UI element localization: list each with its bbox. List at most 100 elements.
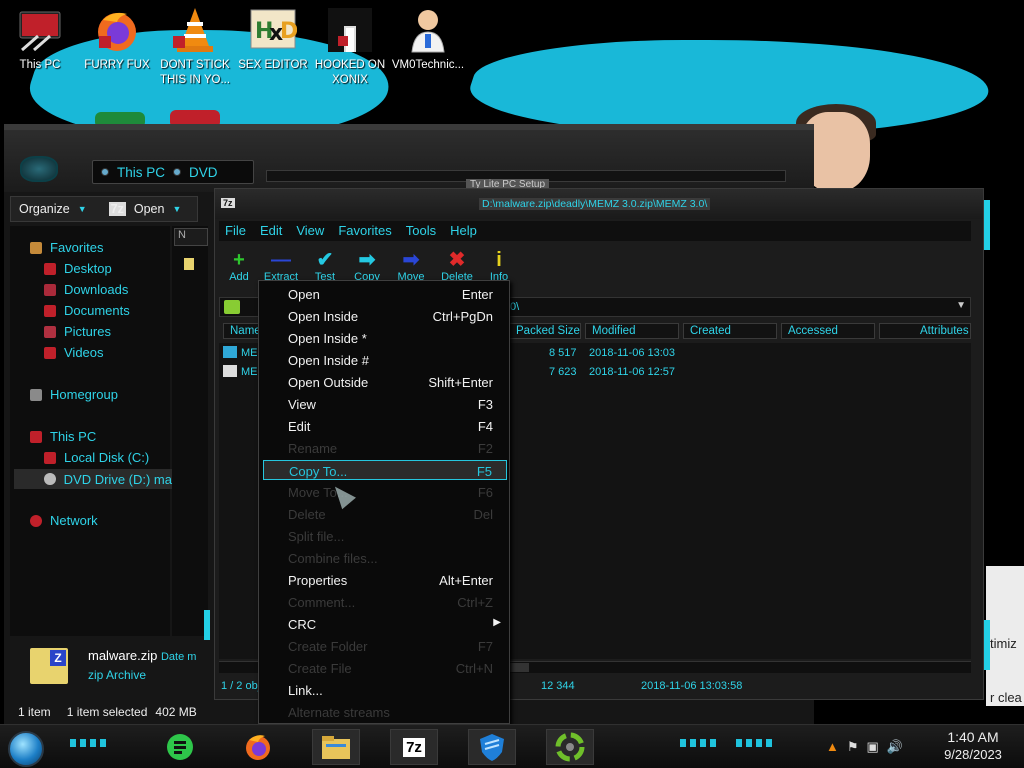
nav-label: Desktop bbox=[64, 261, 112, 276]
flag-icon[interactable]: ⚑ bbox=[847, 739, 859, 755]
taskbar-app-7zip[interactable]: 7z bbox=[390, 729, 438, 765]
menu-item-open-inside[interactable]: Open Inside Ctrl+PgDn bbox=[263, 306, 507, 326]
taskbar-app-firefox[interactable] bbox=[234, 729, 282, 765]
menu-file[interactable]: File bbox=[219, 221, 254, 241]
menu-item-label: Link... bbox=[288, 683, 323, 698]
menu-item-edit[interactable]: Edit F4 bbox=[263, 416, 507, 436]
column-header-accessed[interactable]: Accessed bbox=[781, 323, 875, 339]
desktop-icon-this-pc[interactable]: This PC bbox=[2, 6, 78, 73]
menu-favorites[interactable]: Favorites bbox=[332, 221, 399, 241]
desktop-icon-dont-stick[interactable]: DONT STICK THIS IN YO... bbox=[157, 6, 233, 88]
desktop-icon-sex-editor[interactable]: HxD SEX EDITOR bbox=[235, 6, 311, 73]
menu-item-shortcut: Ctrl+PgDn bbox=[432, 309, 493, 324]
nav-this-pc[interactable]: This PC bbox=[30, 429, 96, 444]
taskbar: 7z ▲ ⚑ ▣ 🔊 1:40 AM 9/28/2023 bbox=[0, 724, 1024, 768]
desktop-icon bbox=[44, 262, 56, 275]
menu-item-label: Split file... bbox=[288, 529, 345, 544]
menu-item-label: Open Inside * bbox=[288, 331, 367, 346]
desktop-icon-furry-fux[interactable]: FURRY FUX bbox=[79, 6, 155, 73]
desktop-icon-vm0technic[interactable]: VM0Technic... bbox=[390, 6, 466, 73]
menu-item-shortcut: F2 bbox=[477, 441, 493, 456]
copy-button[interactable]: ➡ Copy bbox=[347, 249, 387, 283]
nav-documents[interactable]: Documents bbox=[44, 303, 130, 318]
column-header-name[interactable]: N bbox=[174, 228, 208, 246]
object-count: 1 / 2 obj bbox=[221, 680, 261, 692]
nav-favorites[interactable]: Favorites bbox=[30, 240, 103, 255]
open-button[interactable]: Open bbox=[134, 202, 165, 216]
window-frame-accent bbox=[984, 200, 990, 250]
nav-desktop[interactable]: Desktop bbox=[44, 261, 112, 276]
nav-homegroup[interactable]: Homegroup bbox=[30, 387, 118, 402]
menu-item-link[interactable]: Link... bbox=[263, 680, 507, 700]
selected-count: 1 item selected bbox=[66, 705, 148, 719]
breadcrumb-this-pc[interactable]: This PC bbox=[117, 165, 165, 180]
desktop-icon-hooked-on-xonix[interactable]: HOOKED ON XONIX bbox=[312, 6, 388, 88]
network-icon bbox=[30, 514, 42, 527]
explorer-address-bar[interactable]: This PC DVD bbox=[92, 160, 254, 184]
7zip-title-bar[interactable]: 7z D:\malware.zip\deadly\MEMZ 3.0.zip\ME… bbox=[215, 189, 983, 219]
taskbar-clock[interactable]: 1:40 AM 9/28/2023 bbox=[928, 729, 1018, 763]
column-header-attributes[interactable]: Attributes bbox=[879, 323, 971, 339]
menu-item-properties[interactable]: Properties Alt+Enter bbox=[263, 570, 507, 590]
menu-item-label: Open Inside # bbox=[288, 353, 369, 368]
nav-local-disk[interactable]: Local Disk (C:) bbox=[44, 450, 149, 465]
computer-icon bbox=[16, 6, 64, 54]
modified-date: 2018-11-06 13:03 bbox=[589, 347, 676, 359]
pictures-icon bbox=[44, 325, 56, 338]
scrollbar-thumb[interactable] bbox=[509, 663, 529, 672]
column-header-modified[interactable]: Modified bbox=[585, 323, 679, 339]
volume-icon[interactable]: 🔊 bbox=[887, 739, 903, 755]
info-button[interactable]: i Info bbox=[479, 249, 519, 283]
menu-item-open-outside[interactable]: Open Outside Shift+Enter bbox=[263, 372, 507, 392]
column-header-packed-size[interactable]: Packed Size bbox=[509, 323, 581, 339]
breadcrumb-dvd[interactable]: DVD bbox=[189, 165, 218, 180]
nav-videos[interactable]: Videos bbox=[44, 345, 104, 360]
organize-button[interactable]: Organize bbox=[19, 202, 70, 216]
move-button[interactable]: ➡ Move bbox=[391, 249, 431, 283]
context-menu: Open Enter Open Inside Ctrl+PgDn Open Insi… bbox=[258, 280, 510, 724]
delete-button[interactable]: ✖ Delete bbox=[437, 249, 477, 283]
nav-network[interactable]: Network bbox=[30, 513, 98, 528]
menu-edit[interactable]: Edit bbox=[254, 221, 290, 241]
menu-item-copy-to[interactable]: Copy To... F5 bbox=[263, 460, 507, 480]
start-button[interactable] bbox=[8, 731, 44, 767]
explorer-file-list: N bbox=[172, 226, 208, 636]
taskbar-app-recycle[interactable] bbox=[546, 729, 594, 765]
nav-pictures[interactable]: Pictures bbox=[44, 324, 111, 339]
menu-tools[interactable]: Tools bbox=[400, 221, 444, 241]
menu-item-open-inside-hash[interactable]: Open Inside # bbox=[263, 350, 507, 370]
hxd-editor-icon: HxD bbox=[249, 6, 298, 54]
network-icon[interactable]: ▣ bbox=[867, 739, 879, 755]
menu-item-label: Create Folder bbox=[288, 639, 368, 654]
extract-button[interactable]: — Extract bbox=[261, 249, 301, 283]
nav-downloads[interactable]: Downloads bbox=[44, 282, 128, 297]
menu-item-open-inside-star[interactable]: Open Inside * bbox=[263, 328, 507, 348]
menu-item-label: Properties bbox=[288, 573, 348, 588]
test-button[interactable]: ✔ Test bbox=[305, 249, 345, 283]
menu-view[interactable]: View bbox=[290, 221, 332, 241]
java-update-icon[interactable]: ▲ bbox=[826, 739, 839, 755]
copy-arrow-icon: ➡ bbox=[358, 249, 376, 271]
taskbar-app-green[interactable] bbox=[156, 729, 204, 765]
menu-help[interactable]: Help bbox=[444, 221, 485, 241]
menu-item-rename: Rename F2 bbox=[263, 438, 507, 458]
desktop-icon-label: SEX EDITOR bbox=[238, 59, 308, 71]
column-header-created[interactable]: Created bbox=[683, 323, 777, 339]
menu-item-combine-files: Combine files... bbox=[263, 548, 507, 568]
submenu-arrow-icon: ▶ bbox=[493, 617, 501, 628]
chevron-down-icon[interactable]: ▼ bbox=[956, 300, 966, 311]
menu-item-open[interactable]: Open Enter bbox=[263, 284, 507, 304]
menu-item-view[interactable]: View F3 bbox=[263, 394, 507, 414]
menu-item-alternate-streams: Alternate streams bbox=[263, 702, 507, 722]
back-forward-button[interactable] bbox=[20, 156, 58, 182]
nav-dvd-drive[interactable]: DVD Drive (D:) ma bbox=[14, 469, 172, 489]
folder-up-icon[interactable] bbox=[224, 300, 240, 314]
videos-icon bbox=[44, 346, 56, 359]
menu-item-crc[interactable]: CRC ▶ bbox=[263, 614, 507, 634]
add-button[interactable]: + Add bbox=[219, 249, 259, 283]
menu-item-shortcut: Ctrl+N bbox=[455, 661, 493, 676]
column-header-name[interactable]: Name bbox=[223, 323, 263, 339]
taskbar-app-shield[interactable] bbox=[468, 729, 516, 765]
taskbar-app-file-explorer[interactable] bbox=[312, 729, 360, 765]
recycle-app-icon bbox=[555, 732, 585, 762]
